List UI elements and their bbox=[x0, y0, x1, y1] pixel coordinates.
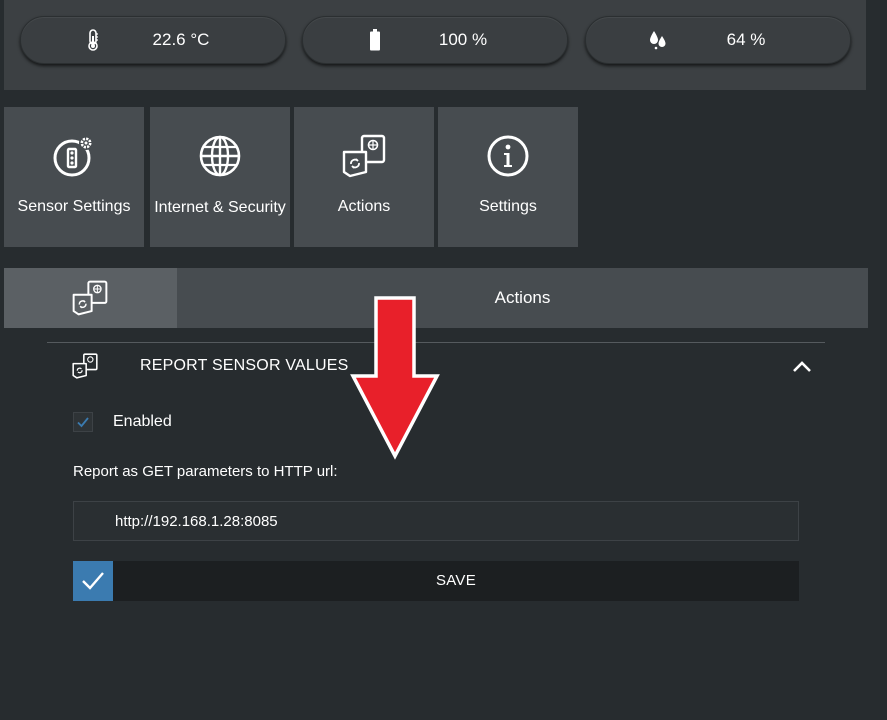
tile-sensor-settings[interactable]: Sensor Settings bbox=[4, 107, 144, 247]
tile-label: Settings bbox=[479, 198, 537, 215]
tile-actions[interactable]: Actions bbox=[294, 107, 434, 247]
panel-title: REPORT SENSOR VALUES bbox=[140, 357, 349, 374]
actions-icon bbox=[342, 134, 386, 178]
tile-internet-security[interactable]: Internet & Security bbox=[150, 107, 290, 247]
section-icon-box bbox=[4, 268, 177, 328]
section-title: Actions bbox=[494, 288, 551, 307]
save-check-box bbox=[73, 561, 113, 601]
save-label: SAVE bbox=[435, 572, 477, 589]
info-icon bbox=[487, 135, 529, 177]
temperature-value: 22.6 °C bbox=[152, 30, 210, 49]
enabled-checkbox[interactable] bbox=[73, 412, 93, 432]
report-actions-icon bbox=[72, 353, 98, 379]
status-bar: 22.6 °C 100 % 64 % bbox=[4, 0, 866, 90]
check-icon bbox=[82, 572, 104, 590]
droplets-icon bbox=[650, 31, 666, 50]
enabled-label: Enabled bbox=[113, 413, 172, 430]
chevron-up-icon[interactable] bbox=[790, 356, 814, 376]
battery-icon bbox=[370, 29, 380, 51]
url-input[interactable] bbox=[73, 501, 799, 541]
thermometer-icon bbox=[88, 29, 98, 51]
check-icon bbox=[77, 417, 89, 428]
sensor-settings-icon bbox=[53, 136, 93, 177]
temperature-pill: 22.6 °C bbox=[20, 16, 286, 64]
url-label: Report as GET parameters to HTTP url: bbox=[73, 463, 338, 480]
tile-label: Sensor Settings bbox=[17, 198, 131, 215]
tile-settings[interactable]: Settings bbox=[438, 107, 578, 247]
actions-icon bbox=[72, 280, 108, 316]
red-arrow-annotation bbox=[350, 296, 440, 460]
tile-label: Actions bbox=[337, 198, 391, 215]
globe-icon bbox=[199, 135, 241, 177]
humidity-value: 64 % bbox=[726, 30, 766, 49]
save-button[interactable]: SAVE bbox=[73, 561, 799, 601]
tile-label: Internet & Security bbox=[154, 199, 286, 216]
battery-pill: 100 % bbox=[302, 16, 568, 64]
humidity-pill: 64 % bbox=[585, 16, 851, 64]
battery-value: 100 % bbox=[438, 30, 488, 49]
